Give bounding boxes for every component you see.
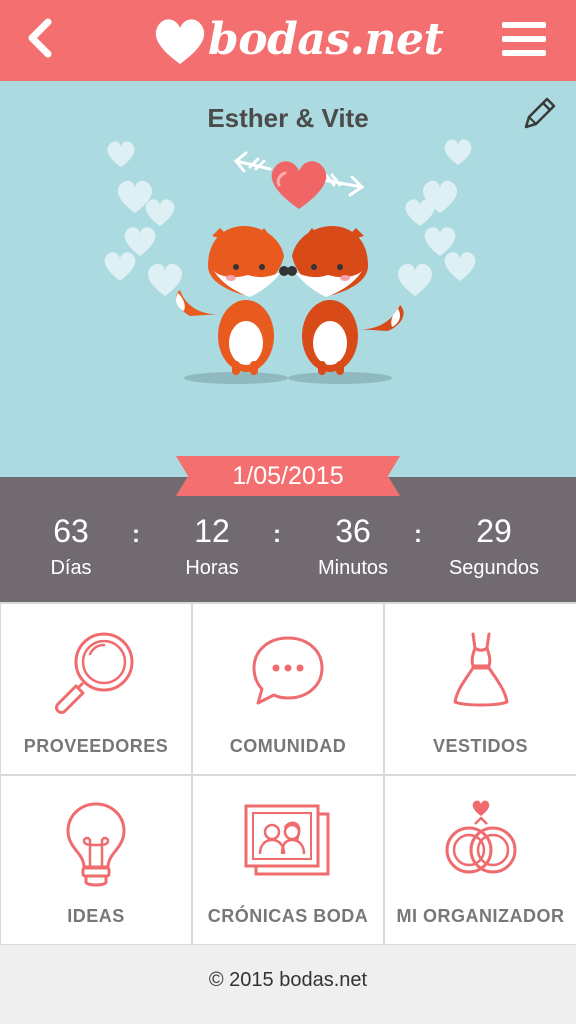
pencil-icon [524,97,556,129]
two-foxes-heart-illustration [104,139,476,384]
wedding-rings-icon [445,800,516,874]
menu-item-proveedores[interactable]: PROVEEDORES [1,604,191,774]
menu-item-comunidad[interactable]: COMUNIDAD [193,604,383,774]
countdown-hours-label: Horas [185,557,239,579]
chat-bubble-icon [252,636,324,705]
back-button[interactable] [18,16,68,64]
menu-item-label: COMUNIDAD [229,736,347,756]
countdown-separator: : [414,521,422,548]
chevron-left-icon [28,18,52,58]
couple-name: Esther & Vite [207,103,369,133]
menu-item-label: CRÓNICAS BODA [207,906,369,926]
menu-grid: PROVEEDORES COMUNIDAD VESTIDOS IDEAS CRÓ… [0,602,576,945]
magnifier-icon [55,632,134,714]
menu-item-cronicas-boda[interactable]: CRÓNICAS BODA [193,776,383,944]
menu-item-vestidos[interactable]: VESTIDOS [385,604,576,774]
menu-item-label: IDEAS [67,906,125,926]
countdown-hours: 12 Horas [142,511,282,580]
menu-item-ideas[interactable]: IDEAS [1,776,191,944]
wedding-date: 1/05/2015 [232,462,344,490]
countdown-seconds-value: 29 [476,513,512,549]
countdown-seconds: 29 Segundos [424,511,564,580]
countdown-minutes: 36 Minutos [283,511,423,580]
countdown-minutes-label: Minutos [317,557,389,579]
countdown-minutes-value: 36 [335,513,371,549]
photo-frames-icon [244,804,330,876]
bodas-logo[interactable]: bodas.net [150,8,444,74]
menu-item-label: VESTIDOS [432,736,529,756]
countdown-days-label: Días [50,557,92,579]
edit-button[interactable] [518,95,558,135]
logo-text: bodas.net [208,14,444,65]
app-header: bodas.net [0,0,576,81]
footer: © 2015 bodas.net [0,945,576,1024]
menu-item-label: MI ORGANIZADOR [396,906,565,926]
menu-button[interactable] [500,18,550,60]
countdown-separator: : [132,521,140,548]
countdown-separator: : [273,521,281,548]
copyright-text: © 2015 bodas.net [208,969,368,991]
countdown-seconds-label: Segundos [448,557,540,579]
countdown-hours-value: 12 [194,513,230,549]
countdown-days: 63 Días [1,511,141,580]
heart-logo-icon [155,19,205,64]
countdown-days-value: 63 [53,513,89,549]
hero-banner: Esther & Vite [0,81,576,477]
menu-item-mi-organizador[interactable]: MI ORGANIZADOR [385,776,576,944]
lightbulb-icon [66,802,126,887]
dress-icon [453,632,508,707]
menu-item-label: PROVEEDORES [23,736,169,756]
hamburger-menu-icon [502,22,546,56]
